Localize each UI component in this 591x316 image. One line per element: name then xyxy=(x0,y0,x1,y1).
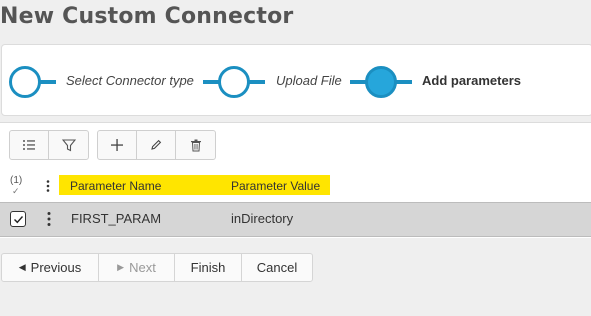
step-1-circle[interactable] xyxy=(9,66,41,98)
step-3-label: Add parameters xyxy=(422,73,521,88)
column-header-parameter-name[interactable]: Parameter Name xyxy=(70,179,161,193)
list-view-button[interactable] xyxy=(10,131,49,159)
step-connector-line xyxy=(40,80,56,84)
next-button[interactable]: ▶ Next xyxy=(99,254,175,281)
column-header-parameter-value[interactable]: Parameter Value xyxy=(231,179,320,193)
list-icon xyxy=(23,140,35,150)
finish-label: Finish xyxy=(190,260,226,275)
step-2-circle[interactable] xyxy=(218,66,250,98)
page-title: New Custom Connector xyxy=(0,4,294,29)
step-connector-line xyxy=(203,80,219,84)
trash-icon xyxy=(190,139,201,151)
filter-icon xyxy=(61,138,76,151)
wizard-nav-bar: ◀ Previous ▶ Next Finish Cancel xyxy=(1,253,313,282)
cell-parameter-value: inDirectory xyxy=(231,211,294,226)
step-connector-line xyxy=(249,80,265,84)
finish-button[interactable]: Finish xyxy=(175,254,242,281)
step-3-circle[interactable] xyxy=(365,66,397,98)
plus-icon xyxy=(111,139,123,151)
row-actions-kebab-icon[interactable] xyxy=(45,211,53,227)
edit-button[interactable] xyxy=(137,131,176,159)
column-options-kebab-icon[interactable] xyxy=(44,179,52,193)
caret-left-icon: ◀ xyxy=(18,262,26,272)
previous-button[interactable]: ◀ Previous xyxy=(2,254,99,281)
caret-right-icon: ▶ xyxy=(117,262,125,272)
selection-count: (1) xyxy=(10,175,23,186)
next-label: Next xyxy=(129,260,156,275)
previous-label: Previous xyxy=(30,260,82,275)
step-connector-line xyxy=(396,80,412,84)
row-checkbox[interactable] xyxy=(10,211,26,227)
selection-check-icon[interactable]: ✓ xyxy=(12,186,20,197)
cancel-button[interactable]: Cancel xyxy=(242,254,312,281)
filter-button[interactable] xyxy=(49,131,88,159)
toolbar-edit-group xyxy=(97,130,216,160)
cancel-label: Cancel xyxy=(256,260,298,275)
pencil-icon xyxy=(151,139,162,150)
step-connector-line xyxy=(350,80,366,84)
checkmark-icon xyxy=(13,215,23,223)
cell-parameter-name: FIRST_PARAM xyxy=(71,211,162,226)
step-2-label[interactable]: Upload File xyxy=(276,73,342,88)
toolbar-view-group xyxy=(9,130,89,160)
delete-button[interactable] xyxy=(176,131,215,159)
step-1-label[interactable]: Select Connector type xyxy=(66,73,194,88)
add-button[interactable] xyxy=(98,131,137,159)
